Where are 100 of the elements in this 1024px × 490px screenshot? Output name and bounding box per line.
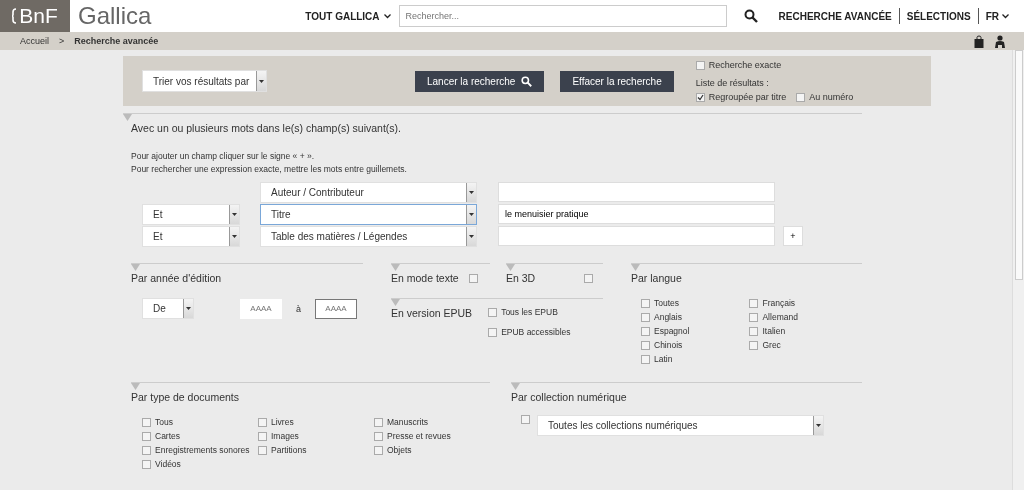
nav-link[interactable]: RECHERCHE AVANCÉE: [771, 10, 899, 22]
field-select[interactable]: Table des matières / Légendes: [260, 225, 477, 247]
checkbox[interactable]: [258, 431, 267, 441]
checkbox[interactable]: [695, 92, 705, 102]
checkbox-label: Espagnol: [654, 326, 690, 336]
checkbox[interactable]: [374, 431, 383, 441]
checkbox-label: Recherche exacte: [708, 60, 782, 70]
field-select[interactable]: Titre: [260, 203, 477, 225]
operator-select[interactable]: Et: [142, 225, 240, 247]
checkbox-label: Anglais: [654, 312, 682, 322]
section-title: Par collection numérique: [511, 391, 628, 403]
section-title: Avec un ou plusieurs mots dans le(s) champ(s) suivant(s).: [131, 122, 402, 134]
year-to-field[interactable]: AAAA: [315, 298, 357, 319]
chevron-icon: [1002, 13, 1009, 19]
checkbox[interactable]: [488, 307, 498, 317]
checkbox[interactable]: [584, 273, 593, 283]
checkbox-label: Cartes: [155, 431, 181, 441]
checkbox-label: Tous les EPUB: [501, 307, 558, 317]
checkbox[interactable]: [488, 327, 498, 337]
bracket-icon: [12, 8, 18, 24]
search-icon[interactable]: [743, 9, 758, 23]
checkbox[interactable]: [695, 60, 705, 70]
year-mode-select[interactable]: De: [142, 298, 194, 319]
search-icon: [521, 75, 533, 87]
section-title: Par année d'édition: [131, 272, 223, 284]
checkbox-label: Grec: [762, 340, 781, 350]
checkbox[interactable]: [374, 417, 383, 427]
operator-select[interactable]: Et: [142, 203, 240, 225]
checkbox[interactable]: [796, 92, 806, 102]
search-term-field[interactable]: [498, 226, 775, 246]
section-marker-icon: [631, 264, 640, 271]
search-term-field[interactable]: le menuisier pratique: [498, 204, 775, 224]
checkbox[interactable]: [641, 340, 650, 350]
checkbox-label: Regroupée par titre: [708, 92, 787, 102]
checkbox[interactable]: [521, 415, 530, 424]
section-marker-icon: [131, 264, 140, 271]
checkbox[interactable]: [749, 312, 759, 322]
field-select[interactable]: Auteur / Contributeur: [260, 181, 477, 203]
checkbox-label: Vidéos: [155, 459, 181, 469]
clear-button[interactable]: Effacer la recherche: [560, 70, 674, 92]
checkbox[interactable]: [749, 326, 759, 336]
checkbox[interactable]: [749, 340, 759, 350]
section-title: En mode texte: [391, 272, 459, 284]
checkbox[interactable]: [749, 298, 759, 308]
section-marker-icon: [511, 383, 520, 390]
hint-text: Pour ajouter un champ cliquer sur le signe « + ».: [131, 150, 316, 163]
scrollbar-thumb[interactable]: [1015, 50, 1023, 280]
add-field-button[interactable]: +: [783, 226, 803, 246]
logo-mark: BnF: [19, 4, 58, 28]
section-marker-icon: [391, 264, 400, 271]
section-title: Par type de documents: [131, 391, 240, 403]
search-term-field[interactable]: [498, 182, 775, 202]
section-marker-icon: [131, 383, 140, 390]
current-page-title: Recherche avancée: [74, 36, 159, 46]
checkbox[interactable]: [374, 445, 383, 455]
search-button[interactable]: Lancer la recherche: [415, 70, 545, 92]
user-icon[interactable]: [994, 34, 1006, 48]
checkbox[interactable]: [641, 298, 650, 308]
checkbox-label: Presse et revues: [387, 431, 451, 441]
checkbox-label: Latin: [654, 354, 673, 364]
nav-link[interactable]: SÉLECTIONS: [899, 10, 978, 22]
year-from-field[interactable]: AAAA: [240, 298, 282, 319]
section-marker-icon: [123, 114, 132, 121]
chevron-icon: [383, 13, 391, 19]
checkbox-label: Allemand: [762, 312, 798, 322]
scope-dropdown[interactable]: TOUT GALLICA: [305, 10, 391, 22]
checkbox[interactable]: [258, 417, 267, 427]
sort-select[interactable]: Trier vos résultats par: [142, 70, 267, 92]
nav-link[interactable]: FR: [978, 10, 1016, 22]
checkbox-label: Objets: [387, 445, 412, 455]
checkbox-label: Français: [762, 298, 796, 308]
checkbox[interactable]: [142, 445, 151, 455]
checkbox[interactable]: [142, 459, 151, 469]
checkbox-label: Enregistrements sonores: [155, 445, 250, 455]
checkbox[interactable]: [258, 445, 267, 455]
section-marker-icon: [391, 299, 400, 306]
checkbox[interactable]: [142, 417, 151, 427]
checkbox[interactable]: [641, 354, 650, 364]
breadcrumb-link[interactable]: Accueil: [20, 36, 49, 46]
section-title: En 3D: [506, 272, 536, 284]
search-field[interactable]: Rechercher...: [398, 5, 727, 27]
checkbox[interactable]: [641, 326, 650, 336]
checkbox-label: Images: [271, 431, 299, 441]
checkbox[interactable]: [142, 431, 151, 441]
checkbox-label: Italien: [762, 326, 786, 336]
logo-text: Gallica: [78, 2, 152, 30]
bag-icon[interactable]: [974, 34, 984, 48]
collection-select[interactable]: Toutes les collections numériques: [537, 415, 824, 436]
checkbox-label: Au numéro: [809, 92, 854, 102]
checkbox[interactable]: [641, 312, 650, 322]
checkbox-label: Partitions: [271, 445, 307, 455]
checkbox-label: Chinois: [654, 340, 683, 350]
logo[interactable]: BnF: [0, 0, 70, 32]
checkbox-label: Tous: [155, 417, 173, 427]
section-title: En version EPUB: [391, 307, 473, 321]
checkbox-label: Toutes: [654, 298, 680, 308]
checkbox[interactable]: [469, 273, 478, 283]
hint-text: Pour rechercher une expression exacte, mettre les mots entre guillemets.: [131, 163, 408, 176]
section-title: Par langue: [631, 272, 683, 284]
checkbox-label: EPUB accessibles: [501, 327, 571, 337]
